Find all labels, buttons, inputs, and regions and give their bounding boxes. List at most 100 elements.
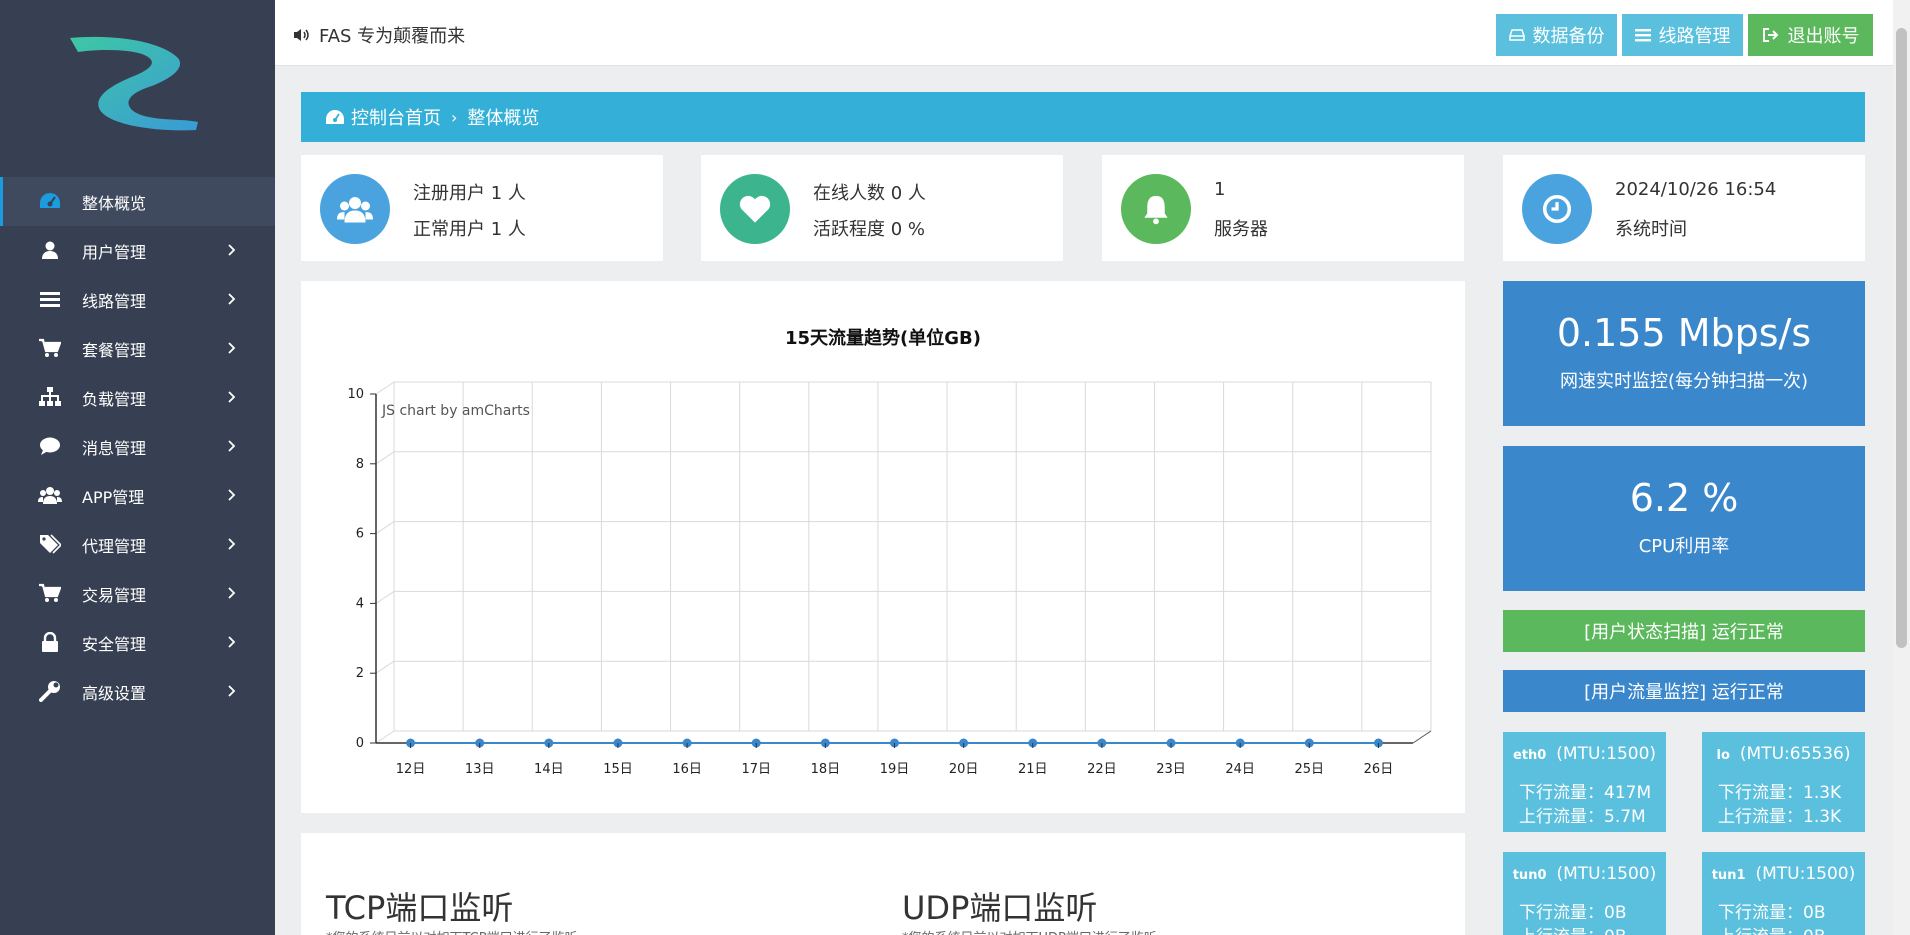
users-stat-card: 注册用户 1 人 正常用户 1 人 (301, 155, 663, 261)
sidebar-item-app[interactable]: APP管理 (0, 471, 275, 520)
interface-up: 上行流量：0B (1718, 922, 1825, 935)
online-count: 在线人数 0 人 (813, 183, 926, 204)
tcp-title: TCP端口监听 (326, 889, 514, 927)
sidebar-item-security[interactable]: 安全管理 (0, 618, 275, 667)
logout-button[interactable]: 退出账号 (1748, 14, 1873, 56)
grid-line (375, 730, 395, 744)
breadcrumb-home[interactable]: 控制台首页 (351, 104, 441, 130)
cpu-monitor-card: 6.2 % CPU利用率 (1503, 446, 1865, 591)
breadcrumb-separator: › (451, 107, 458, 127)
bell-icon (1121, 174, 1191, 244)
x-tick-label: 17日 (741, 762, 771, 777)
interface-name: lo (1716, 748, 1730, 763)
sidebar-item-packages[interactable]: 套餐管理 (0, 324, 275, 373)
interface-mtu: (MTU:1500) (1556, 864, 1657, 884)
interface-mtu: (MTU:1500) (1556, 744, 1657, 764)
wrench-icon (36, 680, 64, 702)
sidebar-item-label: 消息管理 (82, 438, 147, 458)
interface-name: tun1 (1711, 868, 1746, 883)
page-scrollbar[interactable] (1893, 0, 1910, 935)
x-tick-label: 19日 (880, 762, 910, 777)
sidebar-item-label: 代理管理 (82, 536, 147, 556)
interface-name: tun0 (1512, 868, 1547, 883)
x-tick-label: 21日 (1018, 762, 1048, 777)
scrollbar-thumb[interactable] (1896, 28, 1907, 648)
y-tick-label: 4 (356, 596, 364, 611)
sidebar-item-agents[interactable]: 代理管理 (0, 520, 275, 569)
grid-line (375, 451, 395, 465)
heart-icon (720, 174, 790, 244)
x-tick-label: 14日 (534, 762, 564, 777)
interface-up: 上行流量：5.7M (1519, 807, 1646, 827)
sidebar-item-trades[interactable]: 交易管理 (0, 569, 275, 618)
online-stat-card: 在线人数 0 人 活跃程度 0 % (701, 155, 1063, 261)
route-label: 线路管理 (1658, 26, 1731, 47)
interface-card-eth0: eth0 (MTU:1500) 下行流量：417M 上行流量：5.7M (1503, 732, 1666, 832)
breadcrumb: 控制台首页 › 整体概览 (301, 92, 1865, 142)
speed-value: 0.155 Mbps/s (1556, 311, 1812, 355)
chevron-right-icon (228, 636, 236, 648)
sidebar-item-label: 整体概览 (82, 193, 147, 213)
speed-label: 网速实时监控(每分钟扫描一次) (1559, 371, 1809, 392)
cart-icon (36, 582, 64, 604)
top-bar: FAS 专为颠覆而来 数据备份 线路管理 退出账号 (275, 0, 1893, 66)
interface-mtu: (MTU:1500) (1755, 864, 1856, 884)
y-tick-label: 0 (356, 736, 364, 751)
chevron-right-icon (228, 538, 236, 550)
sidebar-item-label: 负载管理 (82, 389, 147, 409)
interface-header: lo (MTU:65536) (1702, 744, 1865, 764)
system-time-label: 系统时间 (1615, 219, 1687, 240)
announcement: FAS 专为颠覆而来 (293, 22, 465, 48)
sidebar-item-messages[interactable]: 消息管理 (0, 422, 275, 471)
cart-icon (36, 337, 64, 359)
interface-mtu: (MTU:65536) (1739, 744, 1851, 764)
speed-monitor-card: 0.155 Mbps/s 网速实时监控(每分钟扫描一次) (1503, 281, 1865, 426)
announcement-text: FAS 专为颠覆而来 (319, 26, 466, 47)
cpu-value: 6.2 % (1629, 476, 1739, 520)
interface-card-tun0: tun0 (MTU:1500) 下行流量：0B 上行流量：0B (1503, 852, 1666, 935)
sidebar-item-advanced[interactable]: 高级设置 (0, 667, 275, 716)
udp-title: UDP端口监听 (902, 889, 1098, 927)
interface-header: eth0 (MTU:1500) (1503, 744, 1666, 764)
sidebar-item-label: APP管理 (82, 487, 145, 507)
sidebar-item-label: 套餐管理 (82, 340, 147, 360)
sign-out-icon (1762, 28, 1778, 42)
logout-label: 退出账号 (1787, 26, 1860, 47)
chart-watermark: JS chart by amCharts (381, 403, 530, 419)
x-tick-label: 16日 (672, 762, 702, 777)
hdd-icon (1508, 29, 1525, 41)
sidebar-item-label: 线路管理 (82, 291, 147, 311)
chevron-right-icon (228, 391, 236, 403)
backup-label: 数据备份 (1532, 26, 1605, 47)
x-tick-label: 15日 (603, 762, 633, 777)
chevron-right-icon (228, 244, 236, 256)
users-icon (36, 484, 64, 506)
grid-line (375, 590, 395, 604)
interface-up: 上行流量：0B (1519, 922, 1626, 935)
sidebar-nav: 整体概览 用户管理 线路管理 套餐管理 负载管理 消息管理 APP管理 代理管理… (0, 177, 275, 716)
comment-icon (36, 435, 64, 457)
chevron-right-icon (228, 587, 236, 599)
volume-icon (294, 29, 309, 41)
sidebar-item-users[interactable]: 用户管理 (0, 226, 275, 275)
registered-users: 注册用户 1 人 (413, 183, 526, 204)
udp-subtitle: *您的系统目前以对如下UDP端口进行了监听 (902, 927, 1157, 935)
backup-button[interactable]: 数据备份 (1496, 14, 1617, 56)
chevron-right-icon (228, 293, 236, 305)
time-stat-card: 2024/10/26 16:54 系统时间 (1503, 155, 1865, 261)
x-tick-label: 24日 (1225, 762, 1255, 777)
sidebar-item-load[interactable]: 负载管理 (0, 373, 275, 422)
route-manage-button[interactable]: 线路管理 (1622, 14, 1743, 56)
x-tick-label: 20日 (949, 762, 979, 777)
sidebar-item-label: 交易管理 (82, 585, 147, 605)
users-icon (320, 174, 390, 244)
interface-down: 下行流量：0B (1519, 903, 1627, 923)
server-count: 1 (1214, 179, 1226, 200)
x-tick-label: 26日 (1364, 762, 1394, 777)
sidebar-item-overview[interactable]: 整体概览 (0, 177, 275, 226)
x-tick-label: 23日 (1156, 762, 1186, 777)
sidebar-item-routes[interactable]: 线路管理 (0, 275, 275, 324)
system-time: 2024/10/26 16:54 (1615, 179, 1777, 200)
interface-up: 上行流量：1.3K (1718, 807, 1842, 827)
user-scan-status: [用户状态扫描] 运行正常 (1503, 610, 1865, 652)
